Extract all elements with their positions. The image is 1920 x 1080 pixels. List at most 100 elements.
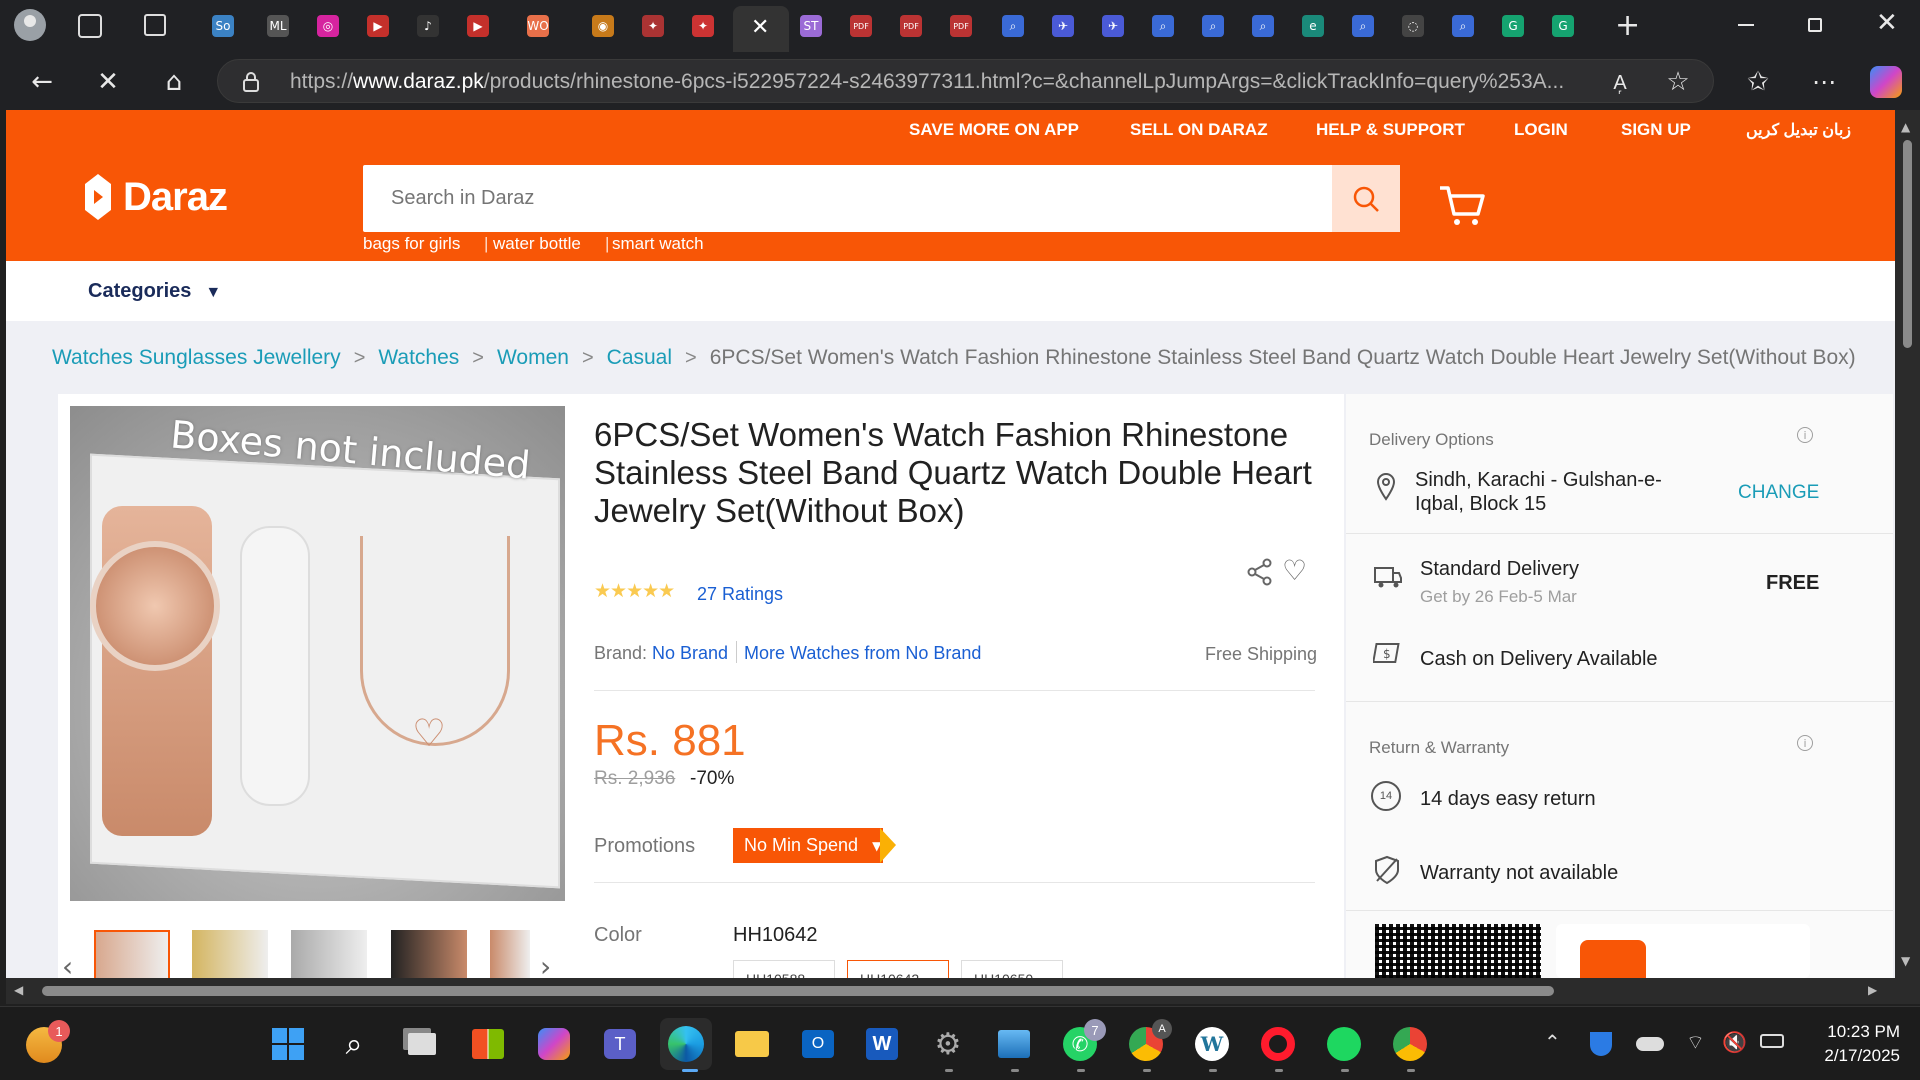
suggestion-link[interactable]: smart watch <box>612 234 704 254</box>
start-button[interactable] <box>268 1024 308 1064</box>
breadcrumb-link[interactable]: Watches Sunglasses Jewellery <box>52 346 341 370</box>
promo-tag[interactable]: No Min Spend ▼ <box>733 828 883 863</box>
search-icon[interactable]: ⌕ <box>334 1024 374 1064</box>
vertical-tabs-icon[interactable] <box>144 14 166 36</box>
thumbnail-3[interactable] <box>291 930 367 980</box>
favorite-star-icon[interactable]: ☆ <box>1660 64 1696 100</box>
browser-tab[interactable]: ◌ <box>1395 10 1431 42</box>
browser-tab[interactable]: ▶ <box>360 10 396 42</box>
help-support-link[interactable]: HELP & SUPPORT <box>1316 120 1465 140</box>
browser-tab[interactable]: ◉ <box>585 10 621 42</box>
thumbnail-4[interactable] <box>391 930 467 980</box>
star-rating[interactable]: ★★★★★ <box>594 580 675 602</box>
copilot-app-icon[interactable] <box>534 1024 574 1064</box>
browser-tab[interactable]: ⌕ <box>1195 10 1231 42</box>
lock-icon[interactable] <box>242 71 259 92</box>
edge-icon[interactable] <box>660 1018 712 1070</box>
read-aloud-icon[interactable]: A᷊ <box>1602 64 1638 100</box>
defender-shield-icon[interactable] <box>1590 1032 1612 1056</box>
task-view-icon[interactable] <box>402 1024 442 1064</box>
thumbnail-5[interactable] <box>490 930 530 980</box>
browser-tab[interactable]: ML <box>260 10 296 42</box>
close-tab-icon[interactable]: ✕ <box>751 15 769 40</box>
opera-icon[interactable] <box>1258 1024 1298 1064</box>
browser-tab[interactable]: So <box>205 10 241 42</box>
browser-tab[interactable]: ST <box>793 10 829 42</box>
vertical-scroll-thumb[interactable] <box>1903 140 1912 348</box>
photos-icon[interactable] <box>994 1024 1034 1064</box>
browser-tab[interactable]: G <box>1495 10 1531 42</box>
wordpress-icon[interactable]: W <box>1192 1024 1232 1064</box>
daraz-app-icon[interactable] <box>1580 940 1646 978</box>
scroll-down-icon[interactable]: ▼ <box>1901 954 1910 968</box>
suggestion-link[interactable]: bags for girls <box>363 234 460 254</box>
volume-muted-icon[interactable]: 🔇 <box>1722 1030 1747 1054</box>
microsoft-store-icon[interactable] <box>468 1024 508 1064</box>
browser-tab[interactable]: e <box>1295 10 1331 42</box>
vertical-scrollbar[interactable]: ▲ ▼ <box>1895 110 1920 978</box>
browser-tab[interactable]: ⌕ <box>1145 10 1181 42</box>
thumbnail-1[interactable] <box>94 930 170 980</box>
scroll-left-icon[interactable]: ◀ <box>14 983 23 997</box>
file-explorer-icon[interactable] <box>732 1024 772 1064</box>
search-button[interactable] <box>1332 165 1400 232</box>
breadcrumb-link[interactable]: Casual <box>607 346 672 370</box>
favorites-icon[interactable]: ✩ <box>1740 64 1776 100</box>
scroll-right-icon[interactable]: ▶ <box>1868 983 1877 997</box>
spotify-icon[interactable] <box>1324 1024 1364 1064</box>
browser-tab[interactable]: WO <box>520 10 556 42</box>
browser-tab[interactable]: ⌕ <box>1445 10 1481 42</box>
browser-tab[interactable]: PDF <box>843 10 879 42</box>
address-bar[interactable]: https://www.daraz.pk/products/rhinestone… <box>217 59 1714 103</box>
product-image[interactable]: ♡ Boxes not included <box>70 406 565 901</box>
battery-icon[interactable] <box>1760 1034 1784 1048</box>
info-icon[interactable]: i <box>1797 735 1813 751</box>
horizontal-scrollbar[interactable]: ◀ ▶ <box>6 978 1895 1004</box>
browser-tab[interactable]: ⌕ <box>995 10 1031 42</box>
ratings-link[interactable]: 27 Ratings <box>697 584 783 605</box>
save-more-on-app-link[interactable]: SAVE MORE ON APP <box>909 120 1079 140</box>
browser-tab[interactable]: ♪ <box>410 10 446 42</box>
search-input[interactable] <box>363 165 1323 232</box>
breadcrumb-link[interactable]: Women <box>497 346 569 370</box>
back-button[interactable]: ← <box>24 64 60 100</box>
browser-tab[interactable]: ✦ <box>635 10 671 42</box>
cart-icon[interactable] <box>1438 184 1486 233</box>
brand-link[interactable]: No Brand <box>652 643 728 664</box>
share-icon[interactable] <box>1247 558 1273 591</box>
suggestion-link[interactable]: water bottle <box>493 234 581 254</box>
restore-button[interactable] <box>1808 18 1822 32</box>
outlook-icon[interactable]: O <box>798 1024 838 1064</box>
info-icon[interactable]: i <box>1797 427 1813 443</box>
browser-tab[interactable]: ⌕ <box>1345 10 1381 42</box>
wifi-icon[interactable]: ⌔ <box>1686 1030 1705 1055</box>
browser-tab[interactable]: PDF <box>893 10 929 42</box>
settings-icon[interactable]: ⚙ <box>928 1024 968 1064</box>
close-window-button[interactable]: ✕ <box>1876 8 1898 38</box>
active-tab[interactable]: ✕ <box>733 6 789 52</box>
browser-tab[interactable]: ✦ <box>685 10 721 42</box>
breadcrumb-link[interactable]: Watches <box>378 346 459 370</box>
browser-tab[interactable]: ▶ <box>460 10 496 42</box>
categories-button[interactable]: Categories ▼ <box>88 280 221 303</box>
browser-tab[interactable]: ⌕ <box>1245 10 1281 42</box>
horizontal-scroll-thumb[interactable] <box>42 986 1554 996</box>
workspaces-icon[interactable] <box>78 14 102 38</box>
copilot-icon[interactable] <box>1870 66 1902 98</box>
teams-icon[interactable]: T <box>600 1024 640 1064</box>
sign-up-link[interactable]: SIGN UP <box>1621 120 1691 140</box>
show-hidden-icons[interactable]: ⌃ <box>1544 1030 1561 1054</box>
chrome-icon[interactable] <box>1390 1024 1430 1064</box>
scroll-up-icon[interactable]: ▲ <box>1901 120 1910 134</box>
browser-tab[interactable]: ✈ <box>1095 10 1131 42</box>
clock[interactable]: 10:23 PM 2/17/2025 <box>1800 1020 1900 1068</box>
stop-button[interactable]: ✕ <box>90 64 126 100</box>
new-tab-button[interactable]: + <box>1615 8 1640 43</box>
login-link[interactable]: LOGIN <box>1514 120 1568 140</box>
onedrive-icon[interactable] <box>1636 1037 1664 1051</box>
word-icon[interactable]: W <box>862 1024 902 1064</box>
sell-on-daraz-link[interactable]: SELL ON DARAZ <box>1130 120 1268 140</box>
browser-tab[interactable]: PDF <box>943 10 979 42</box>
browser-tab[interactable]: ◎ <box>310 10 346 42</box>
more-menu-icon[interactable]: ⋯ <box>1806 64 1842 100</box>
